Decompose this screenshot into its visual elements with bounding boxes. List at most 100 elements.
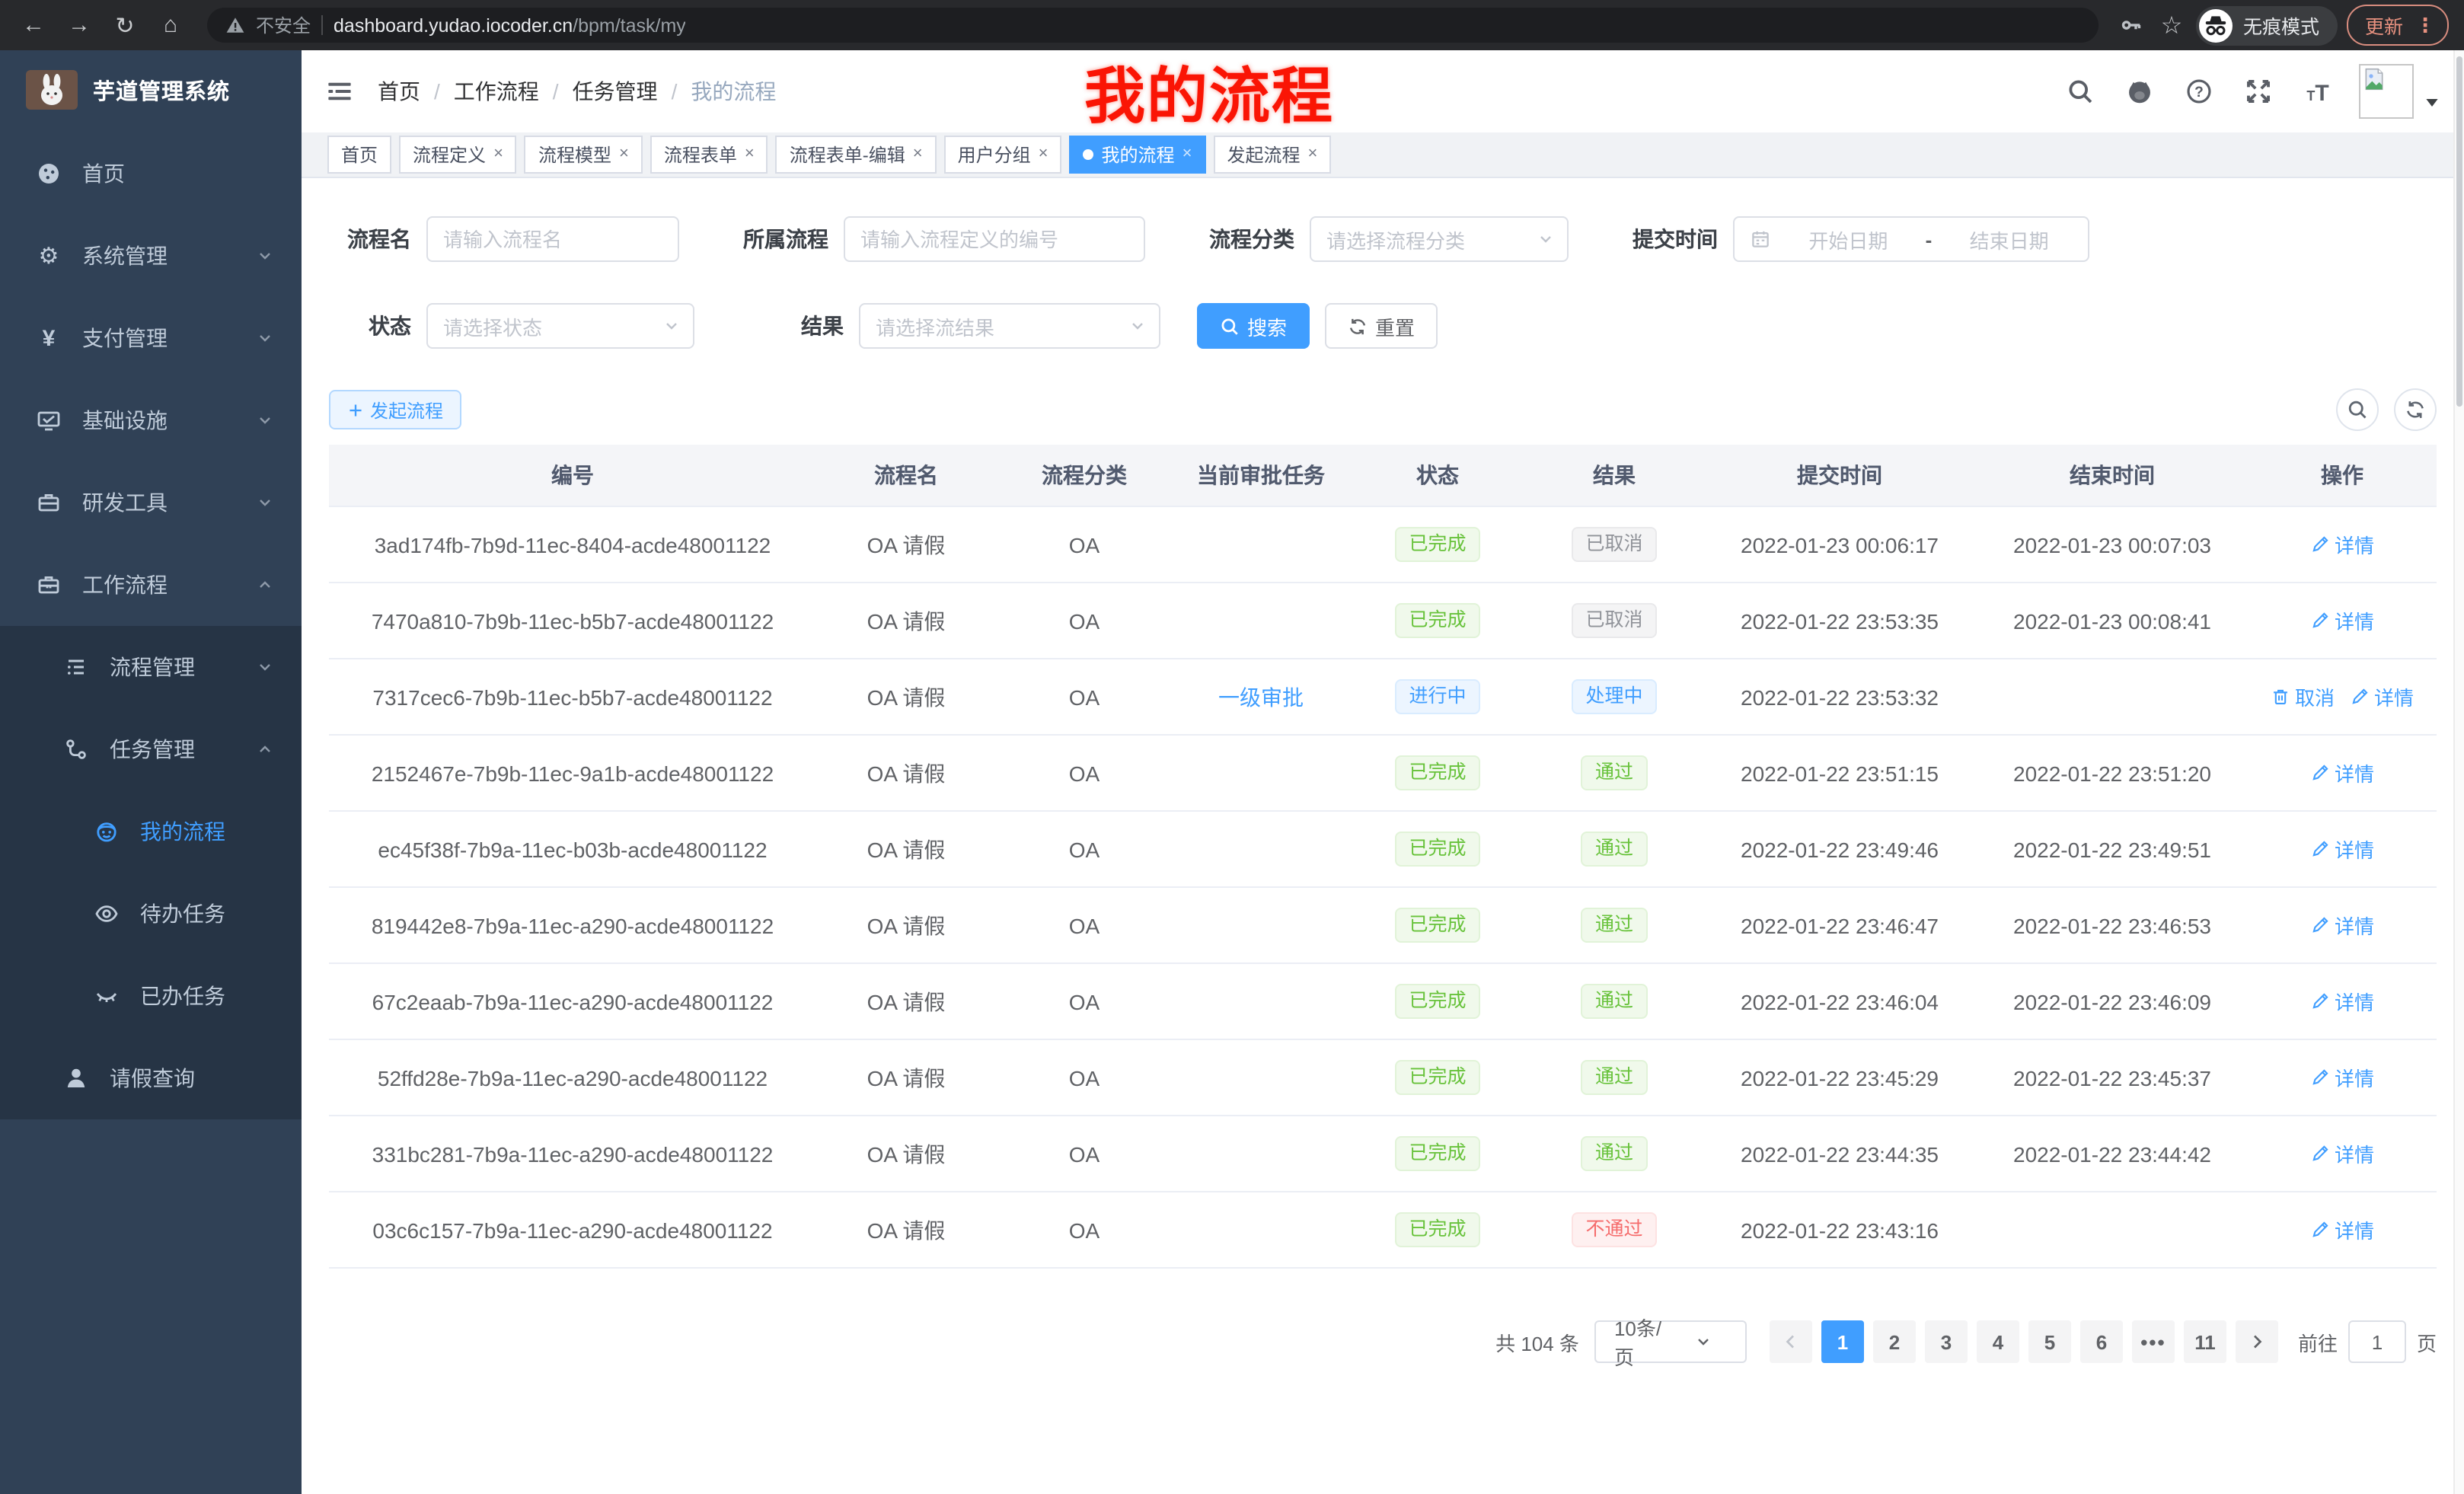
row-action-detail[interactable]: 详情: [2310, 1139, 2374, 1168]
page-button-4[interactable]: 4: [1977, 1320, 2019, 1363]
page-button-2[interactable]: 2: [1873, 1320, 1916, 1363]
tab-流程表单[interactable]: 流程表单×: [650, 136, 768, 174]
tab-流程模型[interactable]: 流程模型×: [525, 136, 643, 174]
cell-category: OA: [996, 1065, 1173, 1090]
process-definition-input[interactable]: [844, 216, 1145, 262]
bookmark-star-icon[interactable]: ☆: [2156, 7, 2187, 43]
key-icon[interactable]: [2117, 7, 2147, 43]
result-select[interactable]: 请选择流结果: [859, 303, 1160, 349]
tab-close-icon[interactable]: ×: [1183, 146, 1192, 163]
tab-close-icon[interactable]: ×: [493, 146, 503, 163]
address-divider: [321, 15, 323, 35]
breadcrumb-item[interactable]: 首页: [378, 76, 420, 107]
app-logo[interactable]: 芋道管理系统: [0, 50, 302, 129]
tab-发起流程[interactable]: 发起流程×: [1213, 136, 1331, 174]
cell-submit-time: 2022-01-22 23:45:29: [1703, 1065, 1977, 1090]
github-icon[interactable]: [2126, 78, 2153, 105]
cell-category: OA: [996, 761, 1173, 785]
page-jump-input[interactable]: [2348, 1320, 2406, 1363]
browser-back-icon[interactable]: ←: [15, 7, 52, 43]
browser-update-button[interactable]: 更新 ⋮: [2347, 5, 2449, 46]
process-name-input[interactable]: [426, 216, 679, 262]
tab-close-icon[interactable]: ×: [1307, 146, 1317, 163]
hamburger-menu-icon[interactable]: [326, 78, 353, 105]
next-page-button[interactable]: [2236, 1320, 2278, 1363]
row-action-detail[interactable]: 详情: [2310, 1063, 2374, 1092]
start-process-button[interactable]: 发起流程: [329, 390, 461, 429]
row-action-detail[interactable]: 详情: [2310, 606, 2374, 635]
sidebar-item-待办任务[interactable]: 待办任务: [0, 873, 302, 955]
tab-close-icon[interactable]: ×: [745, 146, 755, 163]
result-badge: 处理中: [1572, 680, 1656, 714]
row-action-cancel[interactable]: 取消: [2271, 682, 2335, 711]
tab-close-icon[interactable]: ×: [619, 146, 629, 163]
row-action-detail[interactable]: 详情: [2310, 987, 2374, 1016]
tab-用户分组[interactable]: 用户分组×: [944, 136, 1062, 174]
scrollbar-thumb[interactable]: [2456, 56, 2462, 407]
current-task-link[interactable]: 一级审批: [1218, 685, 1304, 709]
address-bar[interactable]: 不安全 dashboard.yudao.iocoder.cn/bpm/task/…: [207, 8, 2099, 43]
browser-forward-icon[interactable]: →: [61, 7, 97, 43]
browser-home-icon[interactable]: ⌂: [152, 7, 189, 43]
tab-流程表单-编辑[interactable]: 流程表单-编辑×: [776, 136, 937, 174]
sidebar-item-系统管理[interactable]: ⚙系统管理: [0, 215, 302, 297]
page-button-11[interactable]: 11: [2184, 1320, 2226, 1363]
tab-我的流程[interactable]: 我的流程×: [1070, 136, 1206, 174]
font-size-icon[interactable]: TT: [2304, 78, 2332, 105]
sidebar-item-支付管理[interactable]: ¥支付管理: [0, 297, 302, 379]
page-ellipsis[interactable]: •••: [2132, 1320, 2175, 1363]
browser-menu-icon[interactable]: ⋮: [2415, 13, 2435, 37]
cell-category: OA: [996, 608, 1173, 633]
row-action-detail[interactable]: 详情: [2310, 1215, 2374, 1244]
cell-actions: 详情: [2248, 1215, 2437, 1244]
sidebar-item-首页[interactable]: 首页: [0, 132, 302, 215]
cell-result: 通过: [1526, 1061, 1703, 1095]
browser-reload-icon[interactable]: ↻: [107, 7, 143, 43]
sidebar-item-工作流程[interactable]: 工作流程: [0, 544, 302, 626]
help-icon[interactable]: ?: [2185, 78, 2213, 105]
breadcrumb-item[interactable]: 任务管理: [573, 76, 658, 107]
row-action-detail[interactable]: 详情: [2350, 682, 2414, 711]
sidebar-item-基础设施[interactable]: 基础设施: [0, 379, 302, 461]
page-button-6[interactable]: 6: [2080, 1320, 2123, 1363]
sidebar-item-任务管理[interactable]: 任务管理: [0, 708, 302, 790]
sidebar-item-研发工具[interactable]: 研发工具: [0, 461, 302, 544]
page-button-3[interactable]: 3: [1925, 1320, 1968, 1363]
cell-category: OA: [996, 1141, 1173, 1166]
briefcase-icon: [37, 573, 61, 597]
fullscreen-icon[interactable]: [2245, 78, 2272, 105]
cell-end-time: 2022-01-22 23:46:53: [1977, 913, 2248, 937]
page-size-select[interactable]: 10条/页: [1594, 1320, 1747, 1363]
page-button-5[interactable]: 5: [2028, 1320, 2071, 1363]
reset-button[interactable]: 重置: [1325, 303, 1438, 349]
category-select[interactable]: 请选择流程分类: [1310, 216, 1569, 262]
tab-close-icon[interactable]: ×: [1039, 146, 1048, 163]
sidebar-item-我的流程[interactable]: 我的流程: [0, 790, 302, 873]
search-button[interactable]: 搜索: [1197, 303, 1310, 349]
row-action-detail[interactable]: 详情: [2310, 835, 2374, 864]
user-avatar[interactable]: [2359, 64, 2414, 119]
status-select[interactable]: 请选择状态: [426, 303, 694, 349]
cell-actions: 详情: [2248, 987, 2437, 1016]
prev-page-button[interactable]: [1770, 1320, 1812, 1363]
submit-time-range-picker[interactable]: 开始日期 - 结束日期: [1733, 216, 2089, 262]
search-icon[interactable]: [2067, 78, 2094, 105]
cell-process-name: OA 请假: [816, 758, 996, 788]
browser-scrollbar[interactable]: [2453, 50, 2464, 1494]
tab-首页[interactable]: 首页: [327, 136, 391, 174]
sidebar-item-请假查询[interactable]: 请假查询: [0, 1037, 302, 1119]
avatar-caret-icon[interactable]: [2424, 94, 2440, 110]
sidebar-item-已办任务[interactable]: 已办任务: [0, 955, 302, 1037]
show-search-button[interactable]: [2336, 388, 2379, 431]
row-action-detail[interactable]: 详情: [2310, 758, 2374, 787]
page-button-1[interactable]: 1: [1821, 1320, 1864, 1363]
breadcrumb-item[interactable]: 工作流程: [454, 76, 539, 107]
row-action-detail[interactable]: 详情: [2310, 911, 2374, 940]
row-action-detail[interactable]: 详情: [2310, 530, 2374, 559]
refresh-table-button[interactable]: [2394, 388, 2437, 431]
cell-status: 已完成: [1349, 908, 1526, 943]
tab-流程定义[interactable]: 流程定义×: [399, 136, 517, 174]
sidebar-item-label: 支付管理: [82, 323, 168, 353]
tab-close-icon[interactable]: ×: [913, 146, 923, 163]
sidebar-item-流程管理[interactable]: 流程管理: [0, 626, 302, 708]
